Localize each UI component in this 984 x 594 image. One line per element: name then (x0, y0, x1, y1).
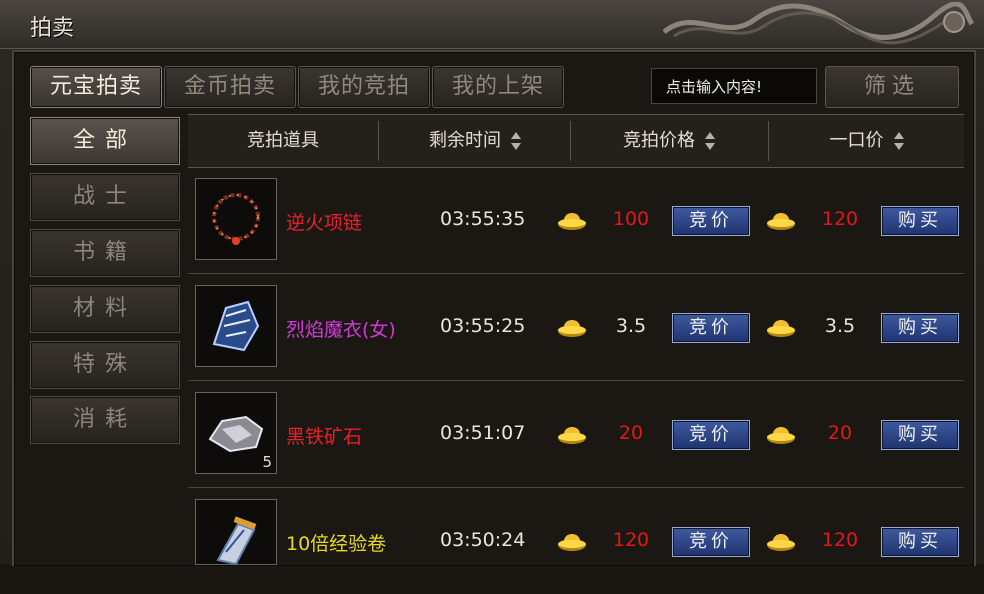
bid-button[interactable]: 竞价 (672, 313, 750, 343)
column-buyout-label: 一口价 (829, 130, 884, 151)
gold-ingot-icon (767, 534, 795, 551)
table-row[interactable]: 逆火项链 03:55:35 100 竞价 120 购买 (188, 166, 964, 274)
sort-icon[interactable] (511, 132, 521, 150)
column-remaining-time[interactable]: 剩余时间 (379, 115, 571, 167)
remaining-time: 03:51:07 (440, 422, 526, 444)
remaining-time: 03:55:25 (440, 315, 526, 337)
item-slot[interactable] (195, 499, 277, 565)
item-quantity: 5 (262, 453, 272, 471)
necklace-icon (212, 193, 260, 245)
sidebar-item-materials[interactable]: 材料 (30, 285, 180, 333)
item-name: 逆火项链 (286, 212, 363, 234)
robe-icon (212, 300, 260, 352)
bid-price: 20 (618, 422, 644, 444)
auction-window: 拍卖 元宝拍卖 金币拍卖 我的竞拍 我的上架 点击输入内容! 筛选 全部 战士 … (0, 0, 984, 566)
tab-gold-coin-auction[interactable]: 金币拍卖 (164, 66, 296, 108)
table-row[interactable]: 10倍经验卷 03:50:24 120 竞价 120 购买 (188, 487, 964, 594)
item-slot[interactable] (195, 178, 277, 260)
table-header: 竞拍道具 剩余时间 竞拍价格 一口价 (188, 114, 964, 168)
column-bid-price[interactable]: 竞拍价格 (571, 115, 767, 167)
bid-button[interactable]: 竞价 (672, 206, 750, 236)
item-name: 10倍经验卷 (286, 533, 387, 555)
column-remaining-time-label: 剩余时间 (429, 130, 501, 151)
sort-icon[interactable] (705, 132, 715, 150)
bid-button[interactable]: 竞价 (672, 527, 750, 557)
gold-ingot-icon (767, 320, 795, 337)
bid-price: 100 (612, 208, 650, 230)
bid-price: 3.5 (615, 315, 647, 337)
item-name: 黑铁矿石 (286, 426, 363, 448)
buy-button[interactable]: 购买 (881, 527, 959, 557)
tab-my-listings[interactable]: 我的上架 (432, 66, 564, 108)
item-slot[interactable]: 5 (195, 392, 277, 474)
buy-button[interactable]: 购买 (881, 206, 959, 236)
table-row[interactable]: 烈焰魔衣(女) 03:55:25 3.5 竞价 3.5 购买 (188, 273, 964, 381)
buyout-price: 120 (821, 208, 859, 230)
remaining-time: 03:50:24 (440, 529, 526, 551)
table-row[interactable]: 5 黑铁矿石 03:51:07 20 竞价 20 购买 (188, 380, 964, 488)
tab-my-bids[interactable]: 我的竞拍 (298, 66, 430, 108)
window-title: 拍卖 (30, 16, 75, 41)
sort-icon[interactable] (893, 132, 904, 150)
dragon-ornament-icon (662, 2, 974, 45)
gold-ingot-icon (558, 534, 586, 551)
column-item: 竞拍道具 (247, 130, 319, 151)
sidebar-item-warrior[interactable]: 战士 (30, 173, 180, 221)
gold-ingot-icon (558, 213, 586, 230)
gold-ingot-icon (767, 213, 795, 230)
buyout-price: 20 (827, 422, 853, 444)
buyout-price: 120 (821, 529, 859, 551)
sidebar-item-books[interactable]: 书籍 (30, 229, 180, 277)
gold-ingot-icon (558, 427, 586, 444)
buyout-price: 3.5 (824, 315, 856, 337)
item-slot[interactable] (195, 285, 277, 367)
remaining-time: 03:55:35 (440, 208, 526, 230)
sidebar-item-consumables[interactable]: 消耗 (30, 396, 180, 444)
search-input[interactable]: 点击输入内容! (651, 68, 817, 104)
bid-price: 120 (612, 529, 650, 551)
buy-button[interactable]: 购买 (881, 420, 959, 450)
gold-ingot-icon (558, 320, 586, 337)
gold-ingot-icon (767, 427, 795, 444)
scroll-icon (216, 516, 257, 564)
bid-button[interactable]: 竞价 (672, 420, 750, 450)
tab-gold-ingot-auction[interactable]: 元宝拍卖 (30, 66, 162, 108)
filter-button[interactable]: 筛选 (825, 66, 959, 108)
item-name: 烈焰魔衣(女) (286, 319, 396, 341)
column-buyout[interactable]: 一口价 (769, 115, 964, 167)
sidebar-item-special[interactable]: 特殊 (30, 341, 180, 389)
column-bid-price-label: 竞拍价格 (623, 130, 695, 151)
buy-button[interactable]: 购买 (881, 313, 959, 343)
title-bar: 拍卖 (0, 0, 984, 49)
sidebar-item-all[interactable]: 全部 (30, 117, 180, 165)
